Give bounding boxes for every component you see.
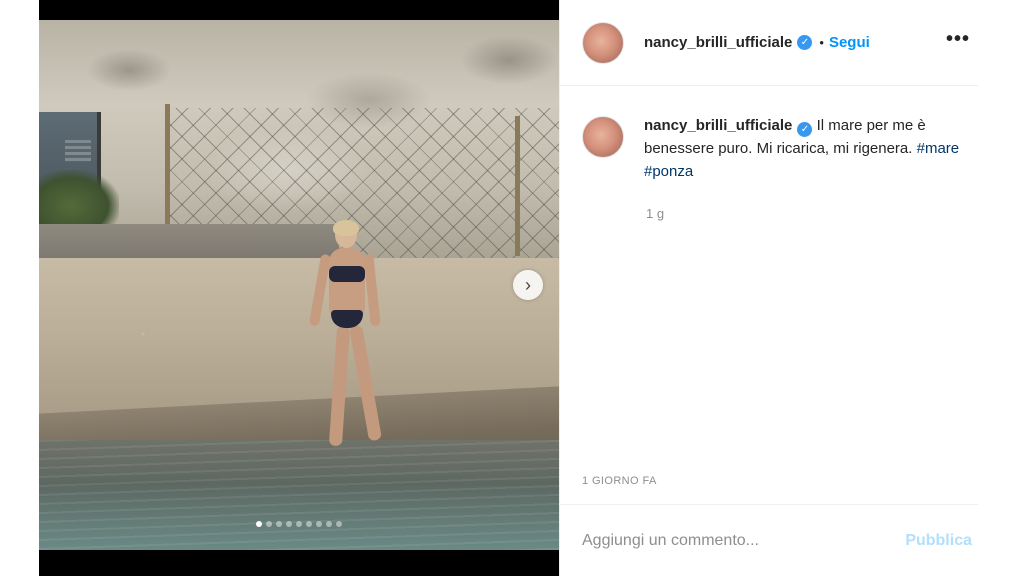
post-caption: nancy_brilli_ufficiale ✓ Il mare per me è…	[582, 114, 972, 183]
author-username[interactable]: nancy_brilli_ufficiale	[644, 34, 792, 51]
person-leg	[328, 325, 351, 447]
sea-water	[39, 440, 559, 550]
header-separator: •	[819, 35, 824, 50]
more-options-icon[interactable]: •••	[946, 28, 970, 51]
comment-input[interactable]	[582, 531, 906, 550]
comment-bar: Pubblica	[560, 504, 978, 576]
bikini-top	[329, 266, 365, 282]
verified-badge-icon: ✓	[797, 122, 813, 137]
carousel-dot	[316, 521, 322, 527]
person-leg	[349, 324, 383, 442]
carousel-dot	[256, 521, 262, 527]
caption-age[interactable]: 1 g	[646, 206, 664, 221]
instagram-post: › nancy_brilli_ufficiale ✓ • Segui ••• n…	[39, 0, 978, 576]
carousel-dot	[266, 521, 272, 527]
caption-username[interactable]: nancy_brilli_ufficiale	[644, 117, 792, 134]
follow-button[interactable]: Segui	[829, 34, 870, 51]
person-torso	[329, 248, 365, 318]
chevron-right-icon: ›	[525, 275, 531, 295]
carousel-dot	[326, 521, 332, 527]
publish-button[interactable]: Pubblica	[905, 532, 972, 550]
carousel-dot	[286, 521, 292, 527]
carousel-dot	[306, 521, 312, 527]
bush	[39, 170, 119, 230]
carousel-dot	[336, 521, 342, 527]
carousel-dot	[276, 521, 282, 527]
post-timestamp[interactable]: 1 GIORNO FA	[582, 475, 657, 487]
person-arm	[308, 253, 332, 327]
caption-author-avatar[interactable]	[582, 116, 624, 158]
post-side-panel: nancy_brilli_ufficiale ✓ • Segui ••• nan…	[559, 0, 978, 576]
next-slide-button[interactable]: ›	[513, 270, 543, 300]
post-media: ›	[39, 0, 559, 576]
fence-pole	[515, 116, 520, 256]
fence-pole	[165, 104, 170, 232]
post-header: nancy_brilli_ufficiale ✓ • Segui •••	[560, 0, 978, 86]
carousel-dot	[296, 521, 302, 527]
post-photo[interactable]	[39, 20, 559, 550]
author-avatar[interactable]	[582, 21, 624, 64]
carousel-indicator	[39, 521, 559, 527]
verified-badge-icon: ✓	[797, 35, 813, 50]
hut-vent	[65, 140, 91, 162]
hashtag-link[interactable]: #mare	[917, 140, 960, 157]
hashtag-link[interactable]: #ponza	[644, 163, 693, 180]
caption-text: nancy_brilli_ufficiale ✓ Il mare per me è…	[644, 114, 972, 183]
woman-in-bikini	[301, 220, 401, 452]
person-hair	[333, 220, 359, 236]
person-arm	[363, 253, 381, 327]
